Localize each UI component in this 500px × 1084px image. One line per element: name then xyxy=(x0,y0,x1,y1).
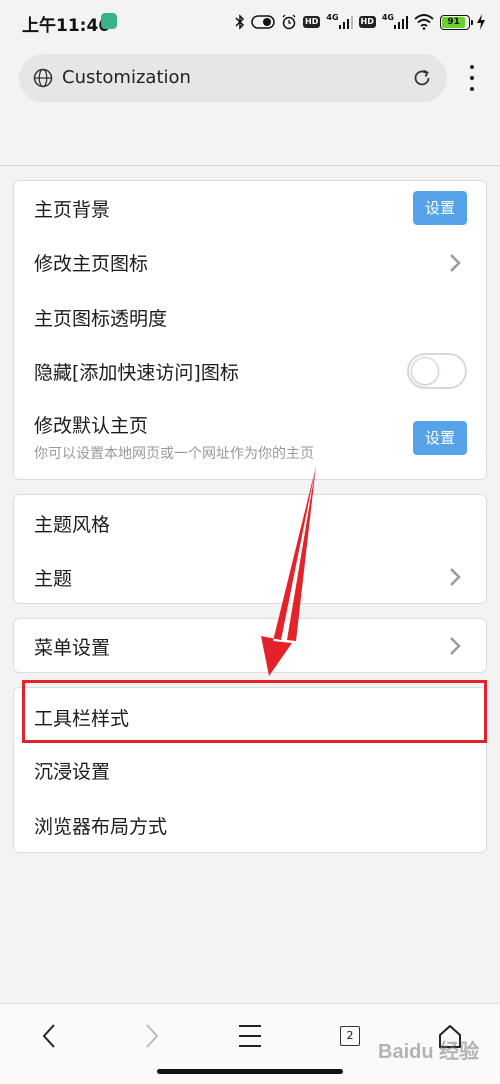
row-homepage-icon-opacity[interactable]: 主页图标透明度 xyxy=(14,290,486,344)
default-homepage-label: 修改默认主页 xyxy=(34,415,149,437)
toggle-knob xyxy=(411,357,439,385)
hd-badge-1: HD xyxy=(303,16,321,28)
address-text: Customization xyxy=(62,67,191,88)
theme-label: 主题 xyxy=(34,568,73,590)
charging-icon xyxy=(476,12,486,32)
theme-settings-card: 主题风格 主题 xyxy=(13,494,487,604)
homepage-settings-card: 主页背景 设置 修改主页图标 主页图标透明度 隐藏[添加快速访问]图标 修改默认… xyxy=(13,180,487,480)
row-default-homepage[interactable]: 修改默认主页 你可以设置本地网页或一个网址作为你的主页 设置 xyxy=(14,401,486,471)
status-bar: 上午11:46 HD 4G HD 4G 91 xyxy=(0,0,500,44)
menu-icon[interactable] xyxy=(230,1018,270,1054)
signal-icon-1: 4G xyxy=(326,12,353,32)
tab-count: 2 xyxy=(340,1026,360,1046)
hd-badge-2: HD xyxy=(358,16,376,28)
menu-settings-card: 菜单设置 xyxy=(13,618,487,673)
default-homepage-description: 你可以设置本地网页或一个网址作为你的主页 xyxy=(34,446,314,462)
menu-settings-label: 菜单设置 xyxy=(34,637,111,659)
forward-icon[interactable] xyxy=(131,1018,171,1054)
row-theme[interactable]: 主题 xyxy=(14,549,486,603)
battery-level: 91 xyxy=(442,16,466,28)
chevron-right-icon xyxy=(448,636,462,656)
theme-style-label: 主题风格 xyxy=(34,514,111,536)
row-theme-style: 主题风格 xyxy=(14,495,486,549)
battery-icon: 91 xyxy=(440,12,473,32)
homepage-icon-opacity-label: 主页图标透明度 xyxy=(34,308,168,330)
toolbar-divider xyxy=(0,165,500,166)
annotation-highlight-box xyxy=(22,680,487,743)
reload-icon[interactable] xyxy=(411,67,433,89)
row-change-homepage-icon[interactable]: 修改主页图标 xyxy=(14,235,486,289)
row-homepage-background[interactable]: 主页背景 设置 xyxy=(14,181,486,235)
home-indicator[interactable] xyxy=(157,1069,343,1074)
status-icons: HD 4G HD 4G 91 xyxy=(235,10,486,34)
row-immersive-settings[interactable]: 沉浸设置 xyxy=(14,743,486,797)
app-notification-icon xyxy=(101,13,117,29)
vibrate-toggle-icon xyxy=(251,12,275,32)
default-homepage-set-button[interactable]: 设置 xyxy=(413,421,467,455)
wifi-icon xyxy=(414,12,434,32)
network-tag-2: 4G xyxy=(381,13,394,22)
change-homepage-icon-label: 修改主页图标 xyxy=(34,253,149,275)
row-hide-quick-access[interactable]: 隐藏[添加快速访问]图标 xyxy=(14,344,486,398)
hide-quick-access-toggle[interactable] xyxy=(407,353,467,389)
browser-layout-label: 浏览器布局方式 xyxy=(34,816,168,838)
row-browser-layout[interactable]: 浏览器布局方式 xyxy=(14,798,486,852)
immersive-settings-label: 沉浸设置 xyxy=(34,761,111,783)
network-tag-1: 4G xyxy=(326,13,339,22)
address-bar[interactable]: Customization xyxy=(19,54,447,102)
watermark: Baidu 经验 xyxy=(378,1041,480,1063)
more-options-icon[interactable] xyxy=(464,65,480,91)
bluetooth-icon xyxy=(235,12,245,32)
chevron-right-icon xyxy=(448,567,462,587)
row-menu-settings[interactable]: 菜单设置 xyxy=(14,619,486,673)
back-icon[interactable] xyxy=(30,1018,70,1054)
homepage-background-set-button[interactable]: 设置 xyxy=(413,191,467,225)
status-time: 上午11:46 xyxy=(22,16,111,36)
globe-icon xyxy=(33,68,53,88)
homepage-background-label: 主页背景 xyxy=(34,199,111,221)
tabs-button[interactable]: 2 xyxy=(330,1018,370,1054)
hide-quick-access-label: 隐藏[添加快速访问]图标 xyxy=(34,362,239,384)
chevron-right-icon xyxy=(448,253,462,273)
signal-icon-2: 4G xyxy=(382,12,408,32)
alarm-icon xyxy=(281,12,297,32)
